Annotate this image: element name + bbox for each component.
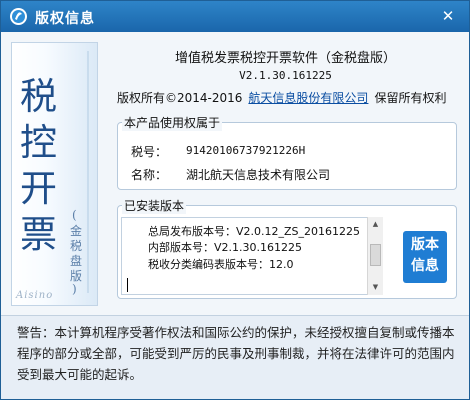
company-name-value: 湖北航天信息技术有限公司 <box>186 168 331 182</box>
banner-char-3: 开 <box>20 167 57 210</box>
company-link[interactable]: 航天信息股份有限公司 <box>248 91 368 105</box>
product-version: V2.1.30.161225 <box>239 69 332 82</box>
version-line-2: 内部版本号：V2.1.30.161225 <box>148 241 302 254</box>
banner-sub-char-3: 税 <box>70 239 82 253</box>
warning-text: 警告：本计算机程序受著作权法和国际公约的保护，未经授权擅自复制或传播本程序的部分… <box>17 325 455 382</box>
banner-sub-char-4: 盘 <box>70 253 82 268</box>
version-info-button[interactable]: 版本 信息 <box>403 231 447 283</box>
product-name: 增值税发票税控开票软件（金税盘版） <box>174 51 396 66</box>
close-button[interactable]: ✕ <box>437 6 459 26</box>
copyright-prefix: 版权所有©2014-2016 <box>117 91 243 105</box>
about-dialog: 版权信息 ✕ 税 控 开 票 ( 金 税 盘 版 ) Aisino 增值税发票税… <box>0 0 470 400</box>
scroll-thumb[interactable] <box>370 244 381 266</box>
banner-char-2: 控 <box>20 121 57 164</box>
installed-version-group: 已安装版本 总局发布版本号：V2.0.12_ZS_20161225 内部版本号：… <box>117 197 457 299</box>
owner-group-title: 本产品使用权属于 <box>122 114 223 131</box>
tax-id-label: 税号： <box>131 145 168 159</box>
scroll-up-icon[interactable]: ▲ <box>368 217 383 232</box>
banner-art: 税 控 开 票 ( 金 税 盘 版 ) <box>20 51 89 296</box>
version-text-area[interactable]: 总局发布版本号：V2.0.12_ZS_20161225 内部版本号：V2.1.3… <box>121 217 377 295</box>
copyright-suffix: 保留所有权利 <box>374 91 447 105</box>
version-info-button-line1: 版本 <box>411 237 439 253</box>
company-name-label: 名称： <box>131 168 168 182</box>
product-banner: 税 控 开 票 ( 金 税 盘 版 ) Aisino <box>11 42 98 306</box>
owner-group: 本产品使用权属于 税号： 91420106737921226H 名称： 湖北航天… <box>117 114 457 190</box>
version-info-button-line2: 信息 <box>411 258 439 274</box>
title-bar[interactable]: 版权信息 ✕ <box>1 1 469 32</box>
close-icon: ✕ <box>441 7 455 25</box>
banner-sub-char-5: 版 <box>70 269 82 283</box>
legal-warning: 警告：本计算机程序受著作权法和国际公约的保护，未经授权擅自复制或传播本程序的部分… <box>1 315 469 399</box>
banner-sub-char-1: ( <box>72 208 77 222</box>
version-line-1: 总局发布版本号：V2.0.12_ZS_20161225 <box>148 225 361 238</box>
aisino-logo: Aisino <box>16 290 54 301</box>
app-logo-icon <box>10 8 27 25</box>
vertical-scrollbar[interactable]: ▲ ▼ <box>367 217 383 295</box>
banner-char-1: 税 <box>20 75 57 118</box>
copyright-line: 版权所有©2014-2016 航天信息股份有限公司 保留所有权利 <box>117 89 446 106</box>
banner-sub-char-6: ) <box>72 282 77 296</box>
banner-char-4: 票 <box>20 213 57 256</box>
banner-sub-char-2: 金 <box>70 223 82 238</box>
scroll-down-icon[interactable]: ▼ <box>368 280 383 295</box>
text-caret <box>127 278 128 292</box>
window-title: 版权信息 <box>35 11 95 27</box>
installed-version-title: 已安装版本 <box>122 197 187 214</box>
tax-id-value: 91420106737921226H <box>186 144 306 157</box>
version-line-3: 税收分类编码表版本号：12.0 <box>148 258 294 271</box>
